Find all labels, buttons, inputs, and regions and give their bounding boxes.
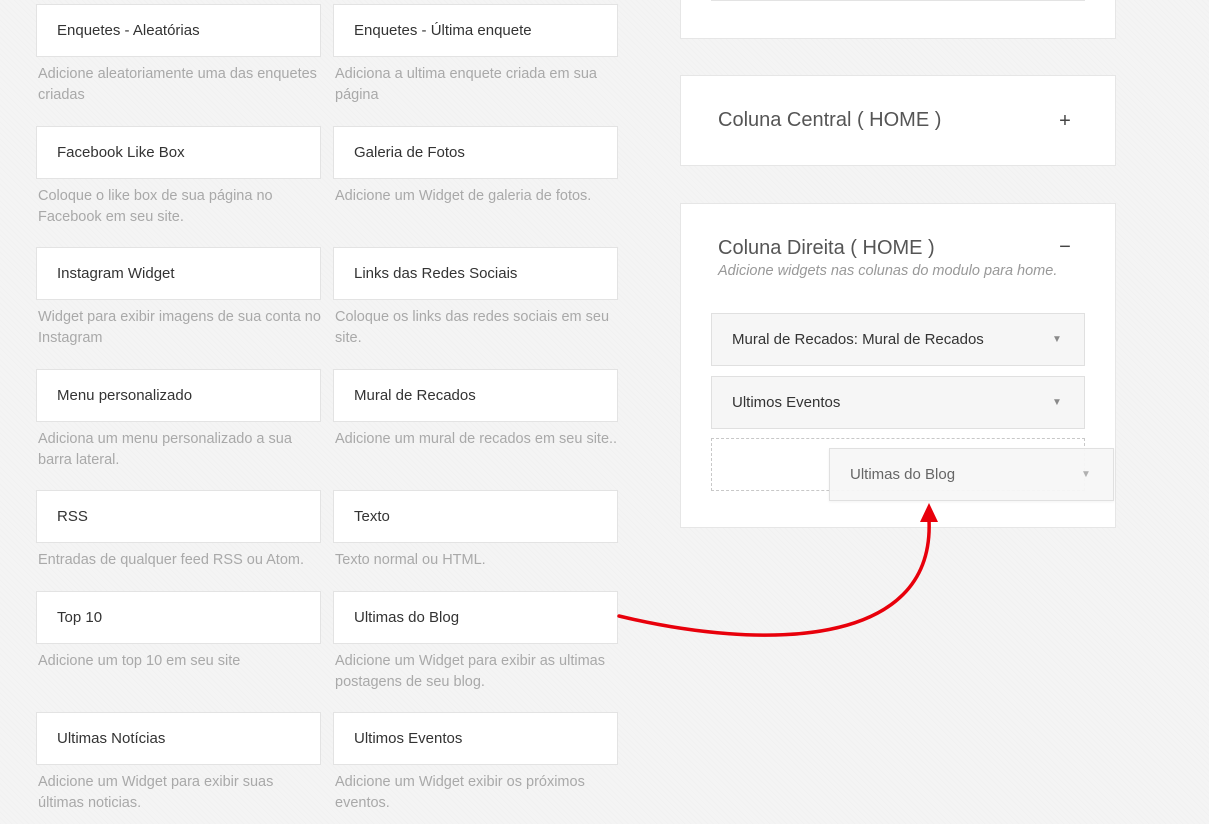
widget-title[interactable]: Texto (333, 490, 618, 543)
available-widget: Ultimas do Blog Adicione um Widget para … (333, 591, 618, 693)
widget-title[interactable]: Enquetes - Última enquete (333, 4, 618, 57)
widget-description: Adicione um top 10 em seu site (38, 653, 241, 669)
widget-description: Adicione um Widget de galeria de fotos. (335, 188, 592, 204)
caret-down-icon: ▼ (1081, 469, 1091, 480)
available-widget: Enquetes - Aleatórias Adicione aleatoria… (36, 4, 321, 106)
placed-widget[interactable]: Mural de Recados: Mural de Recados ▼ (711, 313, 1085, 366)
widget-description: Entradas de qualquer feed RSS ou Atom. (38, 552, 305, 568)
available-widget: Ultimos Eventos Adicione um Widget exibi… (333, 712, 618, 814)
panel-divider (711, 0, 1085, 1)
placed-widget-title: Ultimos Eventos (732, 394, 841, 411)
available-widget: Enquetes - Última enquete Adiciona a ult… (333, 4, 618, 106)
available-widget: Facebook Like Box Coloque o like box de … (36, 126, 321, 228)
available-widget: Galeria de Fotos Adicione um Widget de g… (333, 126, 618, 207)
widget-title[interactable]: Top 10 (36, 591, 321, 644)
available-widget: Ultimas Notícias Adicione um Widget para… (36, 712, 321, 814)
available-widget: Links das Redes Sociais Coloque os links… (333, 247, 618, 349)
widget-description: Coloque os links das redes sociais em se… (335, 309, 610, 346)
widget-title[interactable]: Ultimas Notícias (36, 712, 321, 765)
widget-title[interactable]: Links das Redes Sociais (333, 247, 618, 300)
widget-description: Adiciona a ultima enquete criada em sua … (335, 66, 597, 103)
collapse-toggle-icon[interactable]: − (1055, 237, 1075, 257)
sidebar-title[interactable]: Coluna Direita ( HOME ) (718, 237, 935, 260)
caret-down-icon[interactable]: ▼ (1050, 334, 1064, 345)
available-widget: RSS Entradas de qualquer feed RSS ou Ato… (36, 490, 321, 571)
sidebar-panel-coluna-central: Coluna Central ( HOME ) + (680, 75, 1116, 166)
widget-title[interactable]: Mural de Recados (333, 369, 618, 422)
widget-description: Adiciona um menu personalizado a sua bar… (38, 431, 292, 468)
widget-title[interactable]: Ultimos Eventos (333, 712, 618, 765)
sidebar-panel-top (680, 0, 1116, 39)
expand-toggle-icon[interactable]: + (1055, 111, 1075, 131)
widget-title[interactable]: Facebook Like Box (36, 126, 321, 179)
dragging-widget-title: Ultimas do Blog (850, 466, 956, 483)
widget-description: Adicione um Widget exibir os próximos ev… (335, 774, 585, 811)
widget-title[interactable]: RSS (36, 490, 321, 543)
widget-description: Adicione um Widget para exibir as ultima… (335, 653, 605, 690)
widget-title[interactable]: Galeria de Fotos (333, 126, 618, 179)
widget-title[interactable]: Menu personalizado (36, 369, 321, 422)
widget-description: Texto normal ou HTML. (335, 552, 486, 568)
sidebar-description: Adicione widgets nas colunas do modulo p… (718, 263, 1058, 279)
widget-description: Adicione um Widget para exibir suas últi… (38, 774, 274, 811)
widget-description: Adicione aleatoriamente uma das enquetes… (38, 66, 317, 103)
caret-down-icon[interactable]: ▼ (1050, 397, 1064, 408)
widget-description: Coloque o like box de sua página no Face… (38, 188, 273, 225)
available-widget: Menu personalizado Adiciona um menu pers… (36, 369, 321, 471)
placed-widget-title: Mural de Recados: Mural de Recados (732, 331, 984, 348)
available-widget: Top 10 Adicione um top 10 em seu site (36, 591, 321, 672)
available-widget: Instagram Widget Widget para exibir imag… (36, 247, 321, 349)
widget-title[interactable]: Instagram Widget (36, 247, 321, 300)
arrow-curve (617, 518, 931, 637)
widget-description: Adicione um mural de recados em seu site… (335, 431, 618, 447)
available-widget: Mural de Recados Adicione um mural de re… (333, 369, 618, 450)
widget-title[interactable]: Enquetes - Aleatórias (36, 4, 321, 57)
widget-title[interactable]: Ultimas do Blog (333, 591, 618, 644)
available-widget: Texto Texto normal ou HTML. (333, 490, 618, 571)
placed-widget[interactable]: Ultimos Eventos ▼ (711, 376, 1085, 429)
widget-description: Widget para exibir imagens de sua conta … (38, 309, 321, 346)
sidebar-title[interactable]: Coluna Central ( HOME ) (718, 109, 941, 132)
dragging-widget[interactable]: Ultimas do Blog ▼ (829, 448, 1114, 501)
